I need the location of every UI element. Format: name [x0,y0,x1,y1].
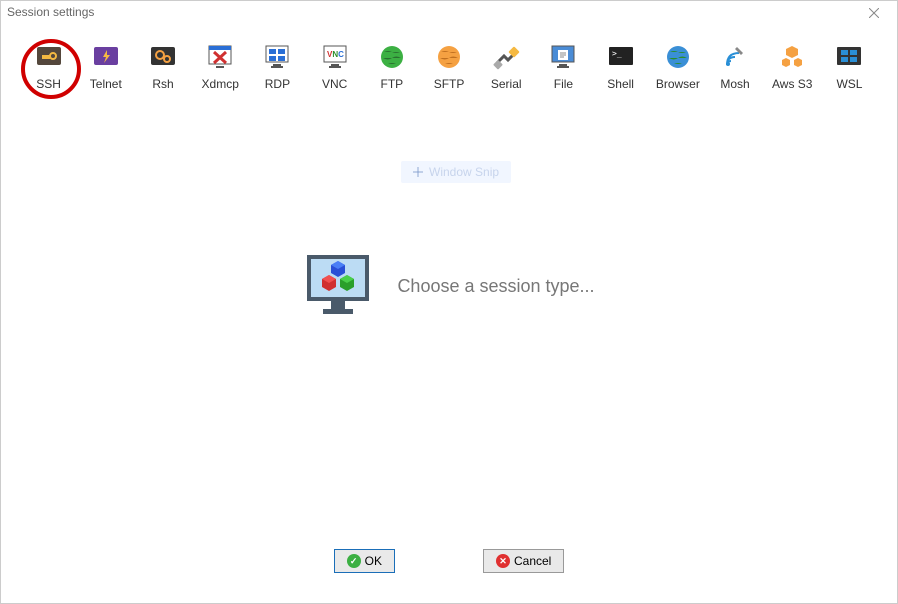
ok-button[interactable]: ✓ OK [334,549,395,573]
tool-label: VNC [322,77,347,91]
session-type-serial[interactable]: Serial [479,43,534,91]
windows-icon [835,43,863,71]
titlebar: Session settings [1,1,897,23]
dialog-button-row: ✓ OK ✕ Cancel [1,549,897,573]
session-type-wsl[interactable]: WSL [822,43,877,91]
tool-label: Xdmcp [202,77,239,91]
session-type-toolbar: SSH Telnet Rsh Xdmcp RDP VNC VNC [1,23,897,97]
tool-label: SFTP [434,77,465,91]
tool-label: RDP [265,77,290,91]
session-type-vnc[interactable]: VNC VNC [307,43,362,91]
main-prompt-area: Choose a session type... [1,251,897,321]
terminal-icon: >_ [607,43,635,71]
close-button[interactable] [859,3,889,23]
rdp-icon [263,43,291,71]
prompt-text: Choose a session type... [397,276,594,297]
check-icon: ✓ [347,554,361,568]
tool-label: Serial [491,77,522,91]
globe-green-icon [378,43,406,71]
tool-label: FTP [380,77,403,91]
window-title: Session settings [7,5,94,19]
cancel-button[interactable]: ✕ Cancel [483,549,564,573]
close-icon [869,8,879,18]
session-type-ftp[interactable]: FTP [364,43,419,91]
tool-label: Browser [656,77,700,91]
tool-label: Shell [607,77,634,91]
session-type-xdmcp[interactable]: Xdmcp [193,43,248,91]
session-type-rdp[interactable]: RDP [250,43,305,91]
tool-label: WSL [836,77,862,91]
vnc-icon: VNC [321,43,349,71]
bolt-icon [92,43,120,71]
monitor-cubes-icon [303,251,373,321]
gears-icon [149,43,177,71]
watermark-overlay: Window Snip [401,161,511,183]
session-type-browser[interactable]: Browser [650,43,705,91]
svg-text:>_: >_ [612,49,622,58]
session-type-ssh[interactable]: SSH [21,43,76,91]
tool-label: File [554,77,573,91]
ok-label: OK [365,554,382,568]
globe-blue-icon [664,43,692,71]
session-type-shell[interactable]: >_ Shell [593,43,648,91]
tool-label: SSH [36,77,61,91]
aws-icon [778,43,806,71]
key-icon [35,43,63,71]
tool-label: Mosh [720,77,749,91]
tool-label: Rsh [152,77,173,91]
session-type-aws-s3[interactable]: Aws S3 [765,43,820,91]
file-monitor-icon [549,43,577,71]
svg-text:VNC: VNC [327,50,344,59]
session-type-sftp[interactable]: SFTP [421,43,476,91]
snip-plus-icon [413,167,423,177]
session-type-rsh[interactable]: Rsh [135,43,190,91]
session-type-telnet[interactable]: Telnet [78,43,133,91]
cancel-x-icon: ✕ [496,554,510,568]
satellite-icon [721,43,749,71]
tool-label: Aws S3 [772,77,812,91]
tool-label: Telnet [90,77,122,91]
serial-icon [492,43,520,71]
cancel-label: Cancel [514,554,551,568]
watermark-text: Window Snip [429,165,499,179]
session-type-file[interactable]: File [536,43,591,91]
xwindow-icon [206,43,234,71]
globe-orange-icon [435,43,463,71]
session-type-mosh[interactable]: Mosh [707,43,762,91]
